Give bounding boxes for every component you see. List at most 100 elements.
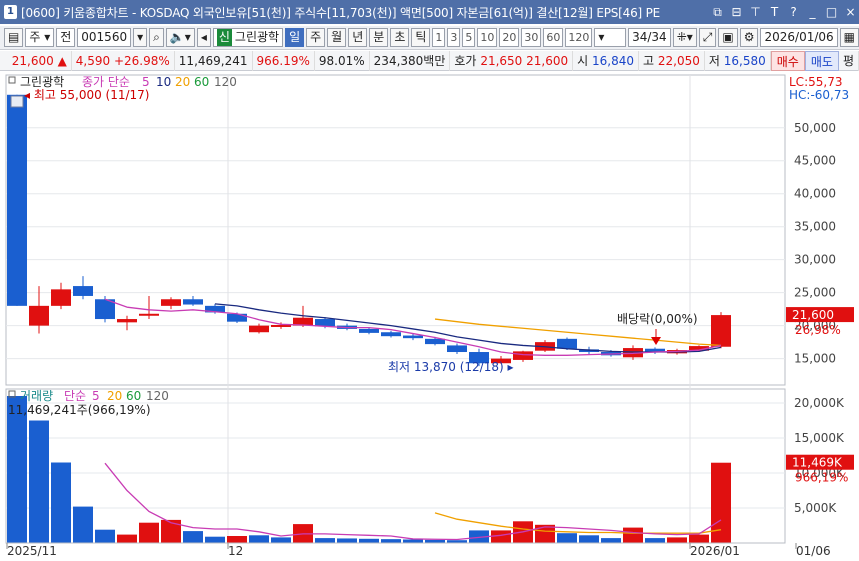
- interval-10[interactable]: 10: [477, 28, 498, 47]
- interval-60[interactable]: 60: [543, 28, 564, 47]
- window-controls: ⧉ ⊟ ⊤ T ? _ □ ×: [704, 0, 859, 24]
- price-tick-label: 40,000: [794, 187, 836, 201]
- open-price: 시 16,840: [573, 50, 640, 71]
- help-icon[interactable]: ?: [785, 4, 802, 20]
- high-value: 22,050: [657, 53, 700, 68]
- volume-bar: [315, 538, 335, 543]
- x-axis-label: 2026/01: [690, 544, 740, 558]
- period-year[interactable]: 년: [348, 28, 368, 47]
- close-icon[interactable]: ×: [842, 4, 859, 20]
- price-legend-item: 60: [194, 75, 209, 89]
- x-axis-label: 2025/11: [7, 544, 57, 558]
- price-legend-item: 10: [156, 75, 171, 89]
- price-change: 4,590 +26.98%: [72, 50, 175, 71]
- menu-icon[interactable]: ▤: [4, 28, 24, 47]
- candle-body: [513, 351, 533, 360]
- price-tick-label: 35,000: [794, 220, 836, 234]
- prev-arrow-icon[interactable]: ◂: [196, 28, 211, 47]
- maximize-icon[interactable]: □: [823, 4, 840, 20]
- volume-bar: [139, 522, 159, 543]
- page-input[interactable]: 34/34: [628, 28, 671, 47]
- volume-bar: [95, 529, 115, 543]
- volume-bar: [249, 535, 269, 543]
- interval-120[interactable]: 120: [565, 28, 593, 47]
- draw-icon[interactable]: ⤢: [698, 28, 717, 47]
- date-input[interactable]: 2026/01/06: [760, 28, 838, 47]
- interval-5[interactable]: 5: [462, 28, 476, 47]
- interval-20[interactable]: 20: [499, 28, 520, 47]
- volume-bar: [271, 537, 291, 543]
- volume-bar: [227, 536, 247, 543]
- period-minute[interactable]: 분: [369, 28, 389, 47]
- period-day[interactable]: 일: [285, 28, 305, 47]
- high-label: 고: [643, 53, 655, 68]
- price-title: 그린광학: [20, 75, 64, 89]
- interval-custom-input[interactable]: ▾: [594, 28, 627, 47]
- quote-label: 호가: [454, 53, 477, 68]
- volume-legend-item: 20: [107, 389, 122, 403]
- high-annotation: ◂ 최고 55,000 (11/17): [24, 88, 149, 102]
- interval-30[interactable]: 30: [521, 28, 542, 47]
- pin-icon[interactable]: ⊤: [747, 4, 764, 20]
- open-label: 시: [577, 53, 589, 68]
- code-dropdown-icon[interactable]: ▾: [133, 28, 148, 47]
- window-title: [0600] 키움종합차트 - KOSDAQ 외국인보유[51(천)] 주식수[…: [21, 5, 661, 20]
- low-label: 저: [708, 53, 720, 68]
- low-value: 16,580: [723, 53, 766, 68]
- chart-canvas[interactable]: 50,000 45,000 40,000 35,000 30,000 25,000 20,0…: [0, 73, 859, 561]
- sell-button[interactable]: 매도: [804, 50, 839, 71]
- volume-bar: [7, 396, 27, 543]
- search-icon[interactable]: ⌕: [149, 28, 164, 47]
- price-tick-label: 15,000: [794, 352, 836, 366]
- trade-amount: 234,380백만: [370, 50, 451, 71]
- interval-3[interactable]: 3: [447, 28, 461, 47]
- text-icon[interactable]: T: [766, 4, 783, 20]
- calendar-icon[interactable]: ▦: [839, 28, 859, 47]
- speaker-icon[interactable]: 🔈▾: [165, 28, 195, 47]
- stock-code-input[interactable]: 001560: [77, 28, 132, 47]
- ask-price: 21,650: [480, 53, 523, 68]
- save-icon[interactable]: ▣: [718, 28, 738, 47]
- period-week[interactable]: 주: [306, 28, 326, 47]
- indicator-icon[interactable]: ⁜▾: [672, 28, 697, 47]
- volume-bar: [51, 462, 71, 543]
- buy-button[interactable]: 매수: [770, 50, 805, 71]
- restore-icon[interactable]: ⧉: [709, 4, 726, 20]
- price-tick-label: 25,000: [794, 286, 836, 300]
- interval-1[interactable]: 1: [432, 28, 446, 47]
- new-badge: 신: [216, 29, 232, 46]
- period-month[interactable]: 월: [327, 28, 347, 47]
- volume-bar: [359, 538, 379, 543]
- minimize-icon[interactable]: _: [804, 4, 821, 20]
- candle-body: [227, 313, 247, 322]
- price-tick-label: 50,000: [794, 121, 836, 135]
- period-tick[interactable]: 틱: [411, 28, 431, 47]
- candle-body: [139, 313, 159, 316]
- type-select[interactable]: 주 ▾: [25, 28, 55, 47]
- calendar-marker: [10, 95, 24, 108]
- volume-legend-item: 5: [92, 389, 100, 403]
- market-select[interactable]: 전: [56, 28, 76, 47]
- layout-icon[interactable]: ⊟: [728, 4, 745, 20]
- open-value: 16,840: [592, 53, 635, 68]
- high-price: 고 22,050: [639, 50, 705, 71]
- stock-name-display[interactable]: 신 그린광학: [212, 28, 284, 47]
- quote: 호가 21,650 21,600: [450, 50, 574, 71]
- candle-body: [315, 319, 335, 327]
- candle-body: [249, 325, 269, 333]
- price-change-value: 4,590: [75, 53, 111, 68]
- last-volume-label: 11,469K: [792, 456, 843, 470]
- price-panel: [5, 74, 786, 386]
- candle-body: [447, 345, 467, 353]
- eval-button[interactable]: 평: [839, 50, 859, 71]
- price-legend-item: 5: [142, 75, 150, 89]
- candle-body: [557, 338, 577, 349]
- gear-icon[interactable]: ⚙: [739, 28, 759, 47]
- volume-bar: [491, 530, 511, 543]
- volume-bar: [689, 534, 709, 543]
- chart-area[interactable]: 50,000 45,000 40,000 35,000 30,000 25,000 20,0…: [0, 73, 859, 561]
- candle-body: [381, 332, 401, 337]
- period-second[interactable]: 초: [390, 28, 410, 47]
- volume-bar: [667, 537, 687, 543]
- volume-bar: [381, 539, 401, 543]
